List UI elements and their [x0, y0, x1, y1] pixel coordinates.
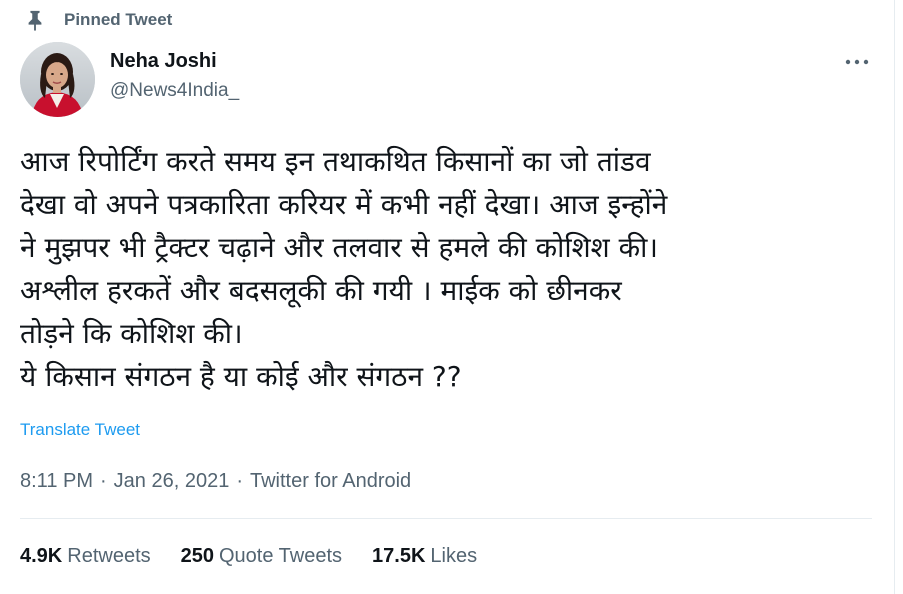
- likes-stat[interactable]: 17.5K Likes: [372, 545, 477, 568]
- tweet-line: तोड़ने कि कोशिश की।: [20, 317, 243, 350]
- pin-icon: [24, 9, 46, 32]
- tweet-line: देखा वो अपने पत्रकारिता करियर में कभी नह…: [20, 188, 668, 221]
- quote-tweets-count: 250: [180, 545, 214, 567]
- tweet-line: ने मुझपर भी ट्रैक्टर चढ़ाने और तलवार से …: [20, 231, 658, 264]
- author-name[interactable]: Neha Joshi: [110, 50, 217, 73]
- tweet-text: आज रिपोर्टिंग करते समय इन तथाकथित किसानो…: [20, 140, 880, 398]
- quote-tweets-label: Quote Tweets: [219, 545, 343, 567]
- divider: [20, 518, 872, 519]
- pinned-label: Pinned Tweet: [64, 10, 173, 29]
- pinned-indicator: Pinned Tweet: [24, 8, 172, 32]
- translate-tweet-link[interactable]: Translate Tweet: [20, 420, 140, 440]
- meta-separator: ·: [236, 470, 243, 492]
- retweets-stat[interactable]: 4.9K Retweets: [20, 545, 151, 568]
- tweet-meta: 8:11 PM · Jan 26, 2021 · Twitter for And…: [20, 470, 411, 493]
- more-horizontal-icon: [844, 58, 870, 66]
- quote-tweets-stat[interactable]: 250 Quote Tweets: [181, 545, 342, 568]
- tweet-line: आज रिपोर्टिंग करते समय इन तथाकथित किसानो…: [20, 145, 651, 178]
- tweet-stats: 4.9K Retweets 250 Quote Tweets 17.5K Lik…: [20, 545, 507, 568]
- tweet-date[interactable]: Jan 26, 2021: [114, 470, 230, 493]
- likes-count: 17.5K: [372, 545, 426, 567]
- retweets-label: Retweets: [67, 545, 151, 567]
- avatar[interactable]: [20, 42, 95, 117]
- tweet-time[interactable]: 8:11 PM: [20, 470, 93, 493]
- likes-label: Likes: [430, 545, 478, 567]
- more-options-button[interactable]: [842, 50, 872, 74]
- author-handle[interactable]: @News4India_: [110, 80, 239, 102]
- tweet-line: अश्लील हरकतें और बदसलूकी की गयी । माईक क…: [20, 274, 622, 307]
- meta-separator: ·: [100, 470, 107, 492]
- retweets-count: 4.9K: [20, 545, 63, 567]
- tweet-line: ये किसान संगठन है या कोई और संगठन ??: [20, 360, 462, 393]
- tweet-source[interactable]: Twitter for Android: [250, 470, 411, 493]
- tweet-card: Pinned Tweet Neha Joshi @News4India_ आज …: [0, 0, 895, 594]
